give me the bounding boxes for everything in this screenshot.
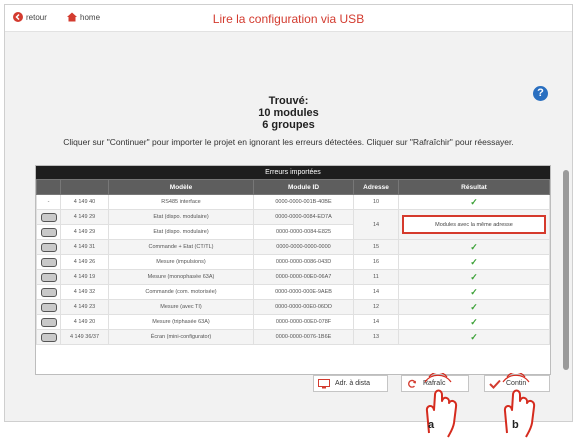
row-module-id: 0000-0000-001B-40BE [253, 194, 354, 210]
table-row[interactable]: 4 149 31 Commande + Etat (CT/TL) 0000-00… [36, 239, 550, 255]
row-address: 11 [353, 269, 399, 285]
row-address: 15 [353, 239, 399, 255]
check-icon: ✓ [470, 271, 478, 282]
row-address: 14 [353, 284, 399, 300]
col-header-icon [36, 179, 61, 195]
row-ref: 4 149 23 [60, 299, 109, 315]
error-message: Modules avec la même adresse [402, 215, 546, 234]
row-module-id: 0000-0000-0084-ED7A [253, 209, 354, 225]
row-module-id: 0000-0000-0000-0000 [253, 239, 354, 255]
row-module-id: 0000-0000-00E0-06A7 [253, 269, 354, 285]
marker-a: a [428, 419, 435, 431]
table-row[interactable]: 4 149 26 Mesure (impulsions) 0000-0000-0… [36, 254, 550, 270]
remote-address-label: Adr. à dista [335, 380, 371, 387]
row-model: Etat (dispo. modulaire) [108, 209, 254, 225]
row-ref: 4 149 29 [60, 224, 109, 240]
device-icon [40, 332, 57, 342]
pointing-hand-icon-b [502, 373, 536, 438]
table-row[interactable]: 4 149 32 Commande (com. motorisée) 0000-… [36, 284, 550, 300]
table-header-row: Modèle Module ID Adresse Résultat [36, 179, 550, 195]
row-address: 14 [353, 314, 399, 330]
row-address: 16 [353, 254, 399, 270]
top-bar: retour home Lire la configuration via US… [5, 5, 572, 32]
device-icon [40, 227, 57, 237]
table-row[interactable]: 4 149 29 Etat (dispo. modulaire) 0000-00… [36, 209, 550, 240]
pointing-hand-icon-a [424, 373, 458, 438]
row-address: 10 [353, 194, 399, 210]
device-icon [40, 242, 57, 252]
row-model: Écran (mini-configurator) [108, 329, 254, 345]
row-ref: 4 149 20 [60, 314, 109, 330]
row-ref: 4 149 19 [60, 269, 109, 285]
check-icon: ✓ [470, 286, 478, 297]
row-module-id: 0000-0000-00E0-078F [253, 314, 354, 330]
row-module-id: 0000-0000-0086-043D [253, 254, 354, 270]
check-icon: ✓ [470, 241, 478, 252]
device-icon [40, 317, 57, 327]
row-address: 12 [353, 299, 399, 315]
row-ref: 4 149 40 [60, 194, 109, 210]
summary-found: Trouvé: [268, 95, 309, 107]
row-model: Mesure (avec TI) [108, 299, 254, 315]
dialog-window: retour home Lire la configuration via US… [4, 4, 573, 422]
row-address: 14 [353, 209, 399, 240]
marker-b: b [512, 419, 519, 431]
row-model: Mesure (impulsions) [108, 254, 254, 270]
row-ref: 4 149 29 [60, 209, 109, 225]
row-icon-cell: - [36, 194, 61, 210]
col-header-module-id: Module ID [253, 179, 354, 195]
row-ref: 4 149 31 [60, 239, 109, 255]
monitor-icon [318, 378, 330, 388]
row-model: Commande (com. motorisée) [108, 284, 254, 300]
col-header-model: Modèle [108, 179, 254, 195]
row-model: RS485 interface [108, 194, 254, 210]
row-ref: 4 149 32 [60, 284, 109, 300]
check-icon: ✓ [470, 301, 478, 312]
row-address: 13 [353, 329, 399, 345]
row-ref: 4 149 36/37 [60, 329, 109, 345]
table-row[interactable]: 4 149 23 Mesure (avec TI) 0000-0000-00E0… [36, 299, 550, 315]
table-row[interactable]: 4 149 36/37 Écran (mini-configurator) 00… [36, 329, 550, 345]
errors-table: Erreurs importées Modèle Module ID Adres… [35, 165, 551, 375]
col-header-address: Adresse [353, 179, 399, 195]
remote-address-button[interactable]: Adr. à dista [313, 375, 388, 392]
row-model: Mesure (monophasée 63A) [108, 269, 254, 285]
instruction-text: Cliquer sur "Continuer" pour importer le… [63, 137, 514, 147]
check-icon: ✓ [470, 196, 478, 207]
check-icon: ✓ [470, 331, 478, 342]
col-header-result: Résultat [398, 179, 550, 195]
device-icon [40, 287, 57, 297]
device-icon [40, 272, 57, 282]
table-row[interactable]: - 4 149 40 RS485 interface 0000-0000-001… [36, 194, 550, 210]
summary: Trouvé: 10 modules 6 groupes [5, 95, 572, 131]
summary-groups: 6 groupes [262, 119, 315, 131]
table-scrollbar[interactable] [563, 170, 569, 370]
table-row[interactable]: 4 149 19 Mesure (monophasée 63A) 0000-00… [36, 269, 550, 285]
row-module-id: 0000-0000-00E0-06DD [253, 299, 354, 315]
help-icon[interactable]: ? [533, 86, 548, 101]
row-model: Commande + Etat (CT/TL) [108, 239, 254, 255]
row-ref: 4 149 26 [60, 254, 109, 270]
table-row[interactable]: 4 149 20 Mesure (triphasée 63A) 0000-000… [36, 314, 550, 330]
row-model: Etat (dispo. modulaire) [108, 224, 254, 240]
device-icon [40, 302, 57, 312]
check-icon: ✓ [470, 316, 478, 327]
device-icon [40, 212, 57, 222]
row-module-id: 0000-0000-0084-E825 [253, 224, 354, 240]
device-icon [40, 257, 57, 267]
page-title: Lire la configuration via USB [212, 12, 365, 26]
error-result-cell: Modules avec la même adresse [398, 209, 550, 240]
table-caption: Erreurs importées [36, 166, 550, 179]
row-model: Mesure (triphasée 63A) [108, 314, 254, 330]
row-module-id: 0000-0000-0076-1B6E [253, 329, 354, 345]
summary-modules: 10 modules [258, 107, 319, 119]
check-icon: ✓ [470, 256, 478, 267]
row-module-id: 0000-0000-000E-9AEB [253, 284, 354, 300]
col-header-ref [60, 179, 109, 195]
